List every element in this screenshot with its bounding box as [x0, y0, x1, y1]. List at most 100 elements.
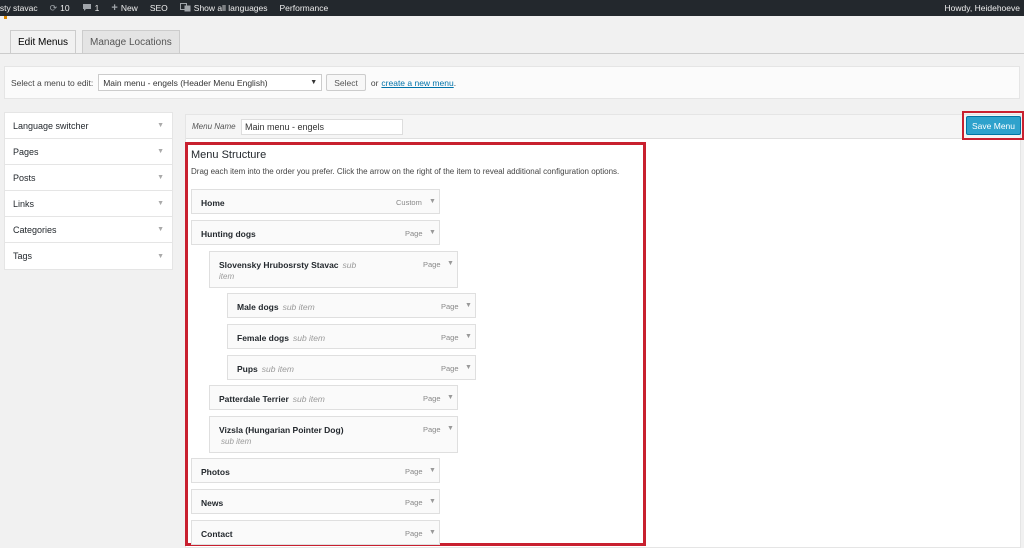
accordion-label: Posts [13, 172, 36, 183]
tab-divider [0, 53, 1024, 54]
accordion-pages[interactable]: Pages ▼ [5, 139, 172, 165]
menu-item-title-wrap: Pups sub item [237, 364, 294, 374]
admin-bar-seo[interactable]: SEO [150, 3, 168, 13]
triangle-down-icon: ▼ [157, 200, 164, 207]
triangle-down-icon[interactable]: ▼ [465, 333, 472, 340]
menu-item-home[interactable]: Home Custom ▼ [191, 189, 440, 214]
tab-manage-locations[interactable]: Manage Locations [82, 30, 180, 53]
menu-item-type: Page [423, 394, 441, 403]
triangle-down-icon[interactable]: ▼ [465, 302, 472, 309]
menu-item-title: Patterdale Terrier [219, 394, 289, 404]
period-text: . [453, 77, 457, 88]
accordion-label: Links [13, 198, 35, 209]
menu-item-subtitle-line2: item [219, 272, 235, 281]
triangle-down-icon[interactable]: ▼ [447, 260, 454, 267]
menu-item-subtitle: sub item [221, 437, 252, 446]
menu-item-subtitle: sub item [292, 333, 326, 343]
menu-item-title: Hunting dogs [201, 229, 256, 239]
admin-bar-updates[interactable]: ⟳ 10 [50, 3, 70, 14]
menu-select-value: Main menu - engels (Header Menu English) [103, 77, 268, 88]
admin-bar-howdy[interactable]: Howdy, Heidehoeve [945, 0, 1020, 16]
menu-item-hunting-dogs[interactable]: Hunting dogs Page ▼ [191, 220, 440, 245]
menu-item-patterdale-terrier[interactable]: Patterdale Terrier sub item Page ▼ [209, 385, 458, 410]
menu-item-type: Page [441, 333, 459, 342]
or-text: or [370, 77, 379, 88]
accordion-categories[interactable]: Categories ▼ [5, 217, 172, 243]
comment-icon [82, 3, 92, 14]
menu-select-dropdown[interactable]: Main menu - engels (Header Menu English)… [98, 74, 323, 91]
save-menu-button[interactable]: Save Menu [966, 116, 1021, 135]
triangle-down-icon: ▼ [310, 79, 318, 86]
triangle-down-icon[interactable]: ▼ [429, 229, 436, 236]
menu-item-title: Vizsla (Hungarian Pointer Dog) [219, 425, 344, 435]
menu-item-pups[interactable]: Pups sub item Page ▼ [227, 355, 476, 380]
menu-item-photos[interactable]: Photos Page ▼ [191, 458, 440, 483]
select-menu-label: Select a menu to edit: [11, 77, 94, 88]
menu-item-type: Page [405, 529, 423, 538]
triangle-down-icon[interactable]: ▼ [429, 198, 436, 205]
triangle-down-icon[interactable]: ▼ [429, 498, 436, 505]
menu-item-type: Page [423, 425, 441, 434]
menu-item-type: Page [405, 498, 423, 507]
menu-item-title: Female dogs [237, 333, 289, 343]
triangle-down-icon: ▼ [157, 226, 164, 233]
triangle-down-icon[interactable]: ▼ [447, 394, 454, 401]
accordion-links[interactable]: Links ▼ [5, 191, 172, 217]
admin-bar-comments[interactable]: 1 [82, 3, 100, 14]
refresh-icon: ⟳ [49, 2, 58, 13]
plus-icon: + [111, 1, 118, 14]
comments-count: 1 [94, 3, 100, 13]
triangle-down-icon[interactable]: ▼ [447, 425, 454, 432]
triangle-down-icon[interactable]: ▼ [429, 467, 436, 474]
menu-item-subtitle: sub item [261, 364, 294, 374]
menu-item-news[interactable]: News Page ▼ [191, 489, 440, 514]
admin-bar-performance[interactable]: Performance [280, 3, 329, 13]
accordion-label: Categories [13, 224, 57, 235]
menu-item-female-dogs[interactable]: Female dogs sub item Page ▼ [227, 324, 476, 349]
languages-label: Show all languages [193, 3, 268, 13]
menu-structure-title: Menu Structure [191, 149, 267, 161]
nav-tabs: Edit Menus Manage Locations [10, 30, 180, 53]
accordion-label: Tags [13, 251, 33, 261]
menu-item-title-wrap: Slovensky Hrubosrsty Stavac sub [219, 260, 356, 270]
accordion-label: Language switcher [13, 120, 89, 131]
create-menu-link[interactable]: create a new menu [381, 78, 453, 88]
menu-item-contact[interactable]: Contact Page ▼ [191, 520, 440, 545]
menu-item-slovensky[interactable]: Slovensky Hrubosrsty Stavac sub item Page… [209, 251, 458, 288]
accordion-language-switcher[interactable]: Language switcher ▼ [5, 113, 172, 139]
triangle-down-icon[interactable]: ▼ [465, 364, 472, 371]
menu-structure-description: Drag each item into the order you prefer… [191, 167, 620, 176]
translate-icon [179, 2, 191, 14]
admin-bar-site-name[interactable]: rsty stavac [0, 3, 38, 13]
menu-item-title: Contact [201, 529, 233, 539]
select-button[interactable]: Select [326, 74, 366, 91]
triangle-down-icon: ▼ [157, 252, 164, 260]
menu-name-label: Menu Name [192, 122, 236, 131]
triangle-down-icon: ▼ [157, 174, 164, 181]
menu-item-title-wrap: Female dogs sub item [237, 333, 325, 343]
menu-item-title: Slovensky Hrubosrsty Stavac [219, 260, 339, 270]
triangle-down-icon[interactable]: ▼ [429, 529, 436, 536]
accordion-tags[interactable]: Tags ▼ [5, 243, 172, 269]
menu-item-type: Custom [396, 198, 422, 207]
menu-item-vizsla[interactable]: Vizsla (Hungarian Pointer Dog) sub item … [209, 416, 458, 453]
accordion-posts[interactable]: Posts ▼ [5, 165, 172, 191]
menu-item-subtitle: sub [342, 260, 357, 270]
menu-item-title-wrap: Patterdale Terrier sub item [219, 394, 325, 404]
menu-item-title: Pups [237, 364, 258, 374]
menu-item-subtitle: sub item [292, 394, 325, 404]
admin-bar-new[interactable]: + New [111, 1, 137, 14]
admin-bar-languages[interactable]: Show all languages [179, 2, 268, 14]
menu-item-title: Male dogs [237, 302, 279, 312]
menu-header: Menu Name Main menu - engels [186, 115, 1020, 139]
menu-item-subtitle: sub item [282, 302, 315, 312]
menu-item-male-dogs[interactable]: Male dogs sub item Page ▼ [227, 293, 476, 318]
tab-edit-menus[interactable]: Edit Menus [10, 30, 77, 53]
select-menu-bar: Select a menu to edit: Main menu - engel… [4, 66, 1020, 99]
menu-item-type: Page [405, 229, 423, 238]
menu-name-input[interactable]: Main menu - engels [241, 119, 403, 135]
accordion-label: Pages [13, 146, 39, 157]
triangle-down-icon: ▼ [157, 148, 164, 155]
menu-item-type: Page [441, 364, 459, 373]
menu-item-title: Home [201, 198, 225, 208]
